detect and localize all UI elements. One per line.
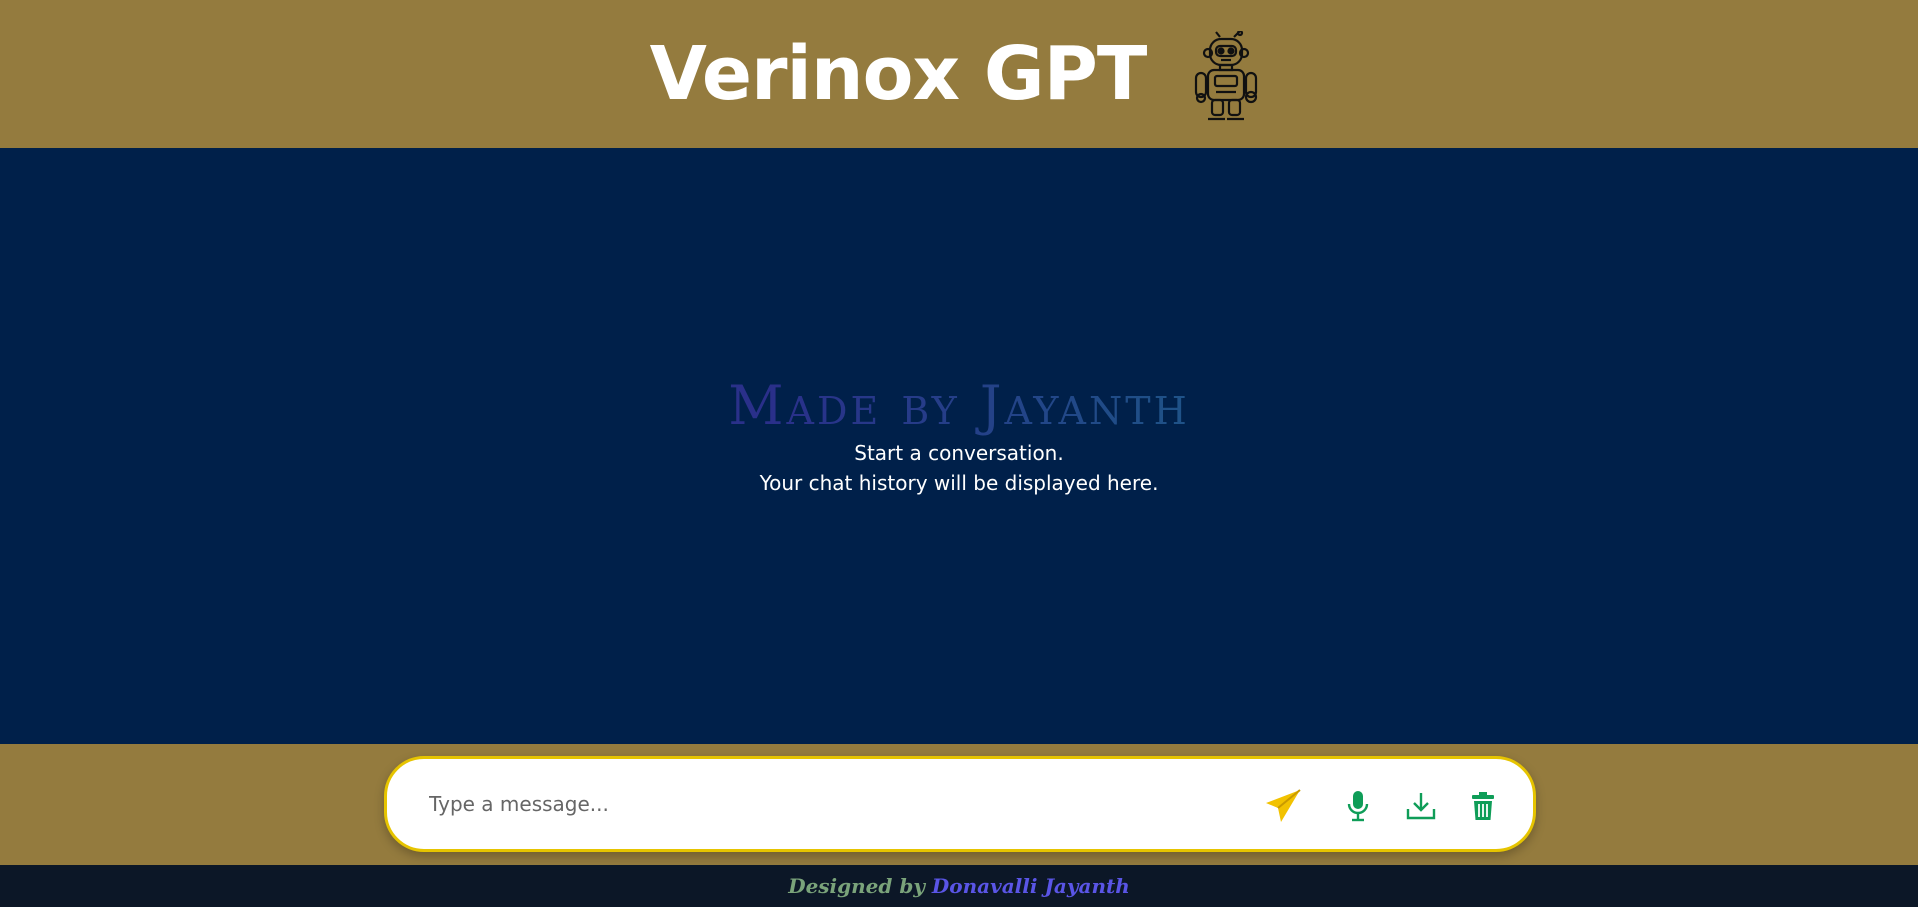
send-button[interactable] — [1263, 786, 1303, 826]
delete-button[interactable] — [1463, 786, 1503, 826]
robot-icon — [1195, 31, 1258, 121]
download-button[interactable] — [1401, 786, 1441, 826]
empty-state-title: Start a conversation. — [854, 441, 1064, 465]
watermark-text: Made by Jayanth — [0, 376, 1918, 436]
footer: Designed by Donavalli Jayanth — [0, 865, 1918, 907]
chat-history-area[interactable]: Made by Jayanth Start a conversation. Yo… — [0, 148, 1918, 744]
download-icon — [1406, 793, 1436, 820]
footer-author-name: Donavalli Jayanth — [931, 874, 1130, 898]
microphone-icon — [1347, 791, 1369, 822]
app-title: Verinox GPT — [649, 31, 1148, 117]
footer-prefix: Designed by — [788, 874, 925, 898]
app-header: Verinox GPT — [0, 0, 1918, 148]
empty-state-subtitle: Your chat history will be displayed here… — [759, 471, 1159, 495]
empty-state: Made by Jayanth Start a conversation. Yo… — [0, 376, 1918, 498]
input-bar — [0, 744, 1918, 865]
microphone-button[interactable] — [1338, 786, 1378, 826]
message-input[interactable] — [429, 784, 1209, 824]
trash-icon — [1472, 792, 1494, 820]
message-composer — [384, 756, 1536, 852]
paper-plane-icon — [1266, 789, 1301, 822]
